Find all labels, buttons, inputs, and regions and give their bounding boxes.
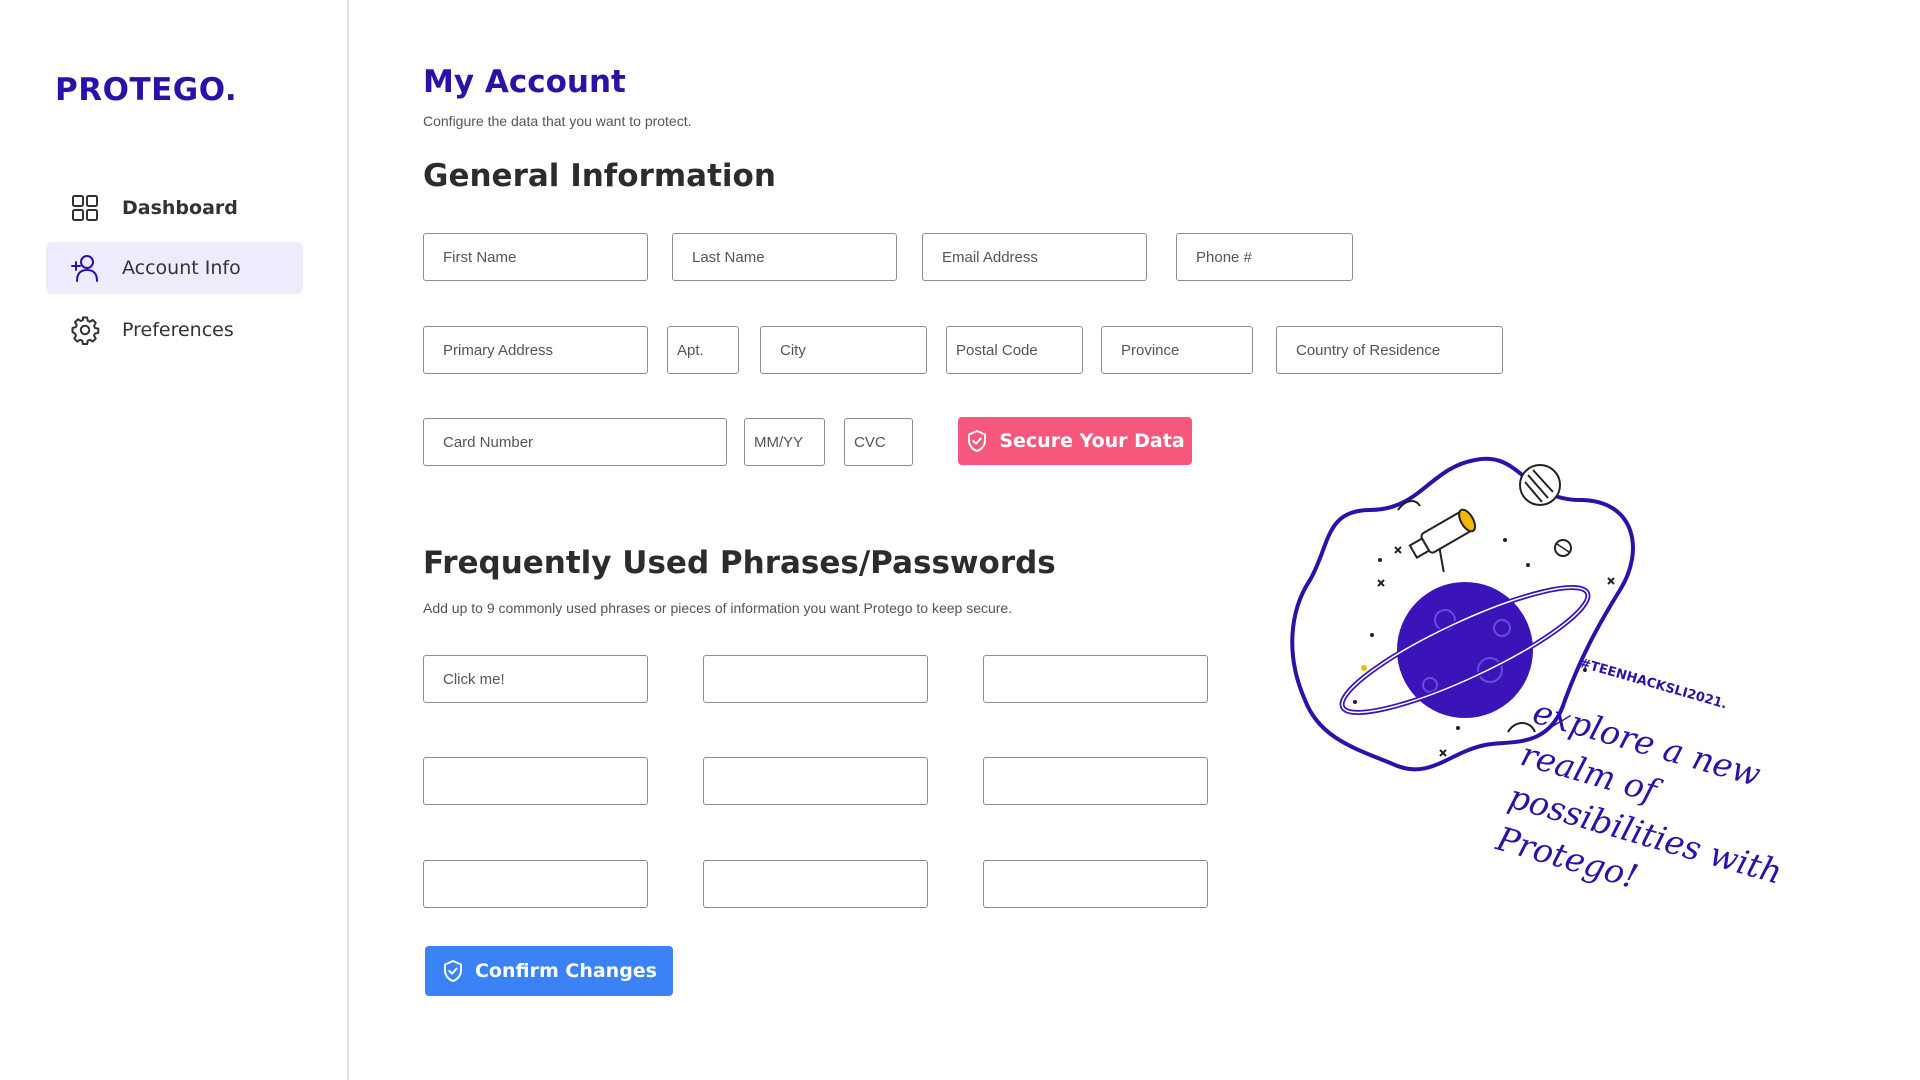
gear-icon [68,313,102,347]
grid-icon [68,191,102,225]
province-field[interactable] [1101,326,1253,374]
phrases-description: Add up to 9 commonly used phrases or pie… [423,600,1013,616]
first-name-field[interactable] [423,233,648,281]
phrase-input-3[interactable] [983,655,1208,703]
shield-check-icon [965,429,989,453]
city-field[interactable] [760,326,927,374]
shield-check-icon [441,959,465,983]
primary-address-field[interactable] [423,326,648,374]
logo: PROTEGO. [55,72,238,108]
sidebar-item-label: Preferences [122,319,234,341]
general-information-heading: General Information [423,158,776,194]
phrase-input-6[interactable] [983,757,1208,805]
phrase-input-1[interactable] [423,655,648,703]
secure-your-data-button[interactable]: Secure Your Data [958,417,1192,465]
add-user-icon [68,251,102,285]
phrase-input-8[interactable] [703,860,928,908]
sidebar-item-dashboard[interactable]: Dashboard [46,182,303,234]
sidebar-item-label: Account Info [122,257,241,279]
sidebar: PROTEGO. Dashboard Account Info Preferen… [0,0,349,1080]
phone-field[interactable] [1176,233,1353,281]
country-field[interactable] [1276,326,1503,374]
postal-code-field[interactable] [946,326,1083,374]
promo-tagline: explore a new realm of possibilities wit… [1492,691,1787,897]
confirm-button-label: Confirm Changes [474,960,657,982]
apt-field[interactable] [667,326,739,374]
email-field[interactable] [922,233,1147,281]
card-number-field[interactable] [423,418,727,466]
phrases-heading: Frequently Used Phrases/Passwords [423,545,1056,581]
confirm-changes-button[interactable]: Confirm Changes [425,946,673,996]
phrase-input-2[interactable] [703,655,928,703]
page-title: My Account [423,64,626,100]
phrase-input-4[interactable] [423,757,648,805]
expiry-field[interactable] [744,418,825,466]
page-subtitle: Configure the data that you want to prot… [423,113,692,129]
phrase-input-5[interactable] [703,757,928,805]
sidebar-item-account-info[interactable]: Account Info [46,242,303,294]
cvc-field[interactable] [844,418,913,466]
last-name-field[interactable] [672,233,897,281]
phrase-input-9[interactable] [983,860,1208,908]
phrase-input-7[interactable] [423,860,648,908]
sidebar-item-label: Dashboard [122,197,238,219]
sidebar-item-preferences[interactable]: Preferences [46,304,303,356]
secure-button-label: Secure Your Data [999,430,1185,452]
